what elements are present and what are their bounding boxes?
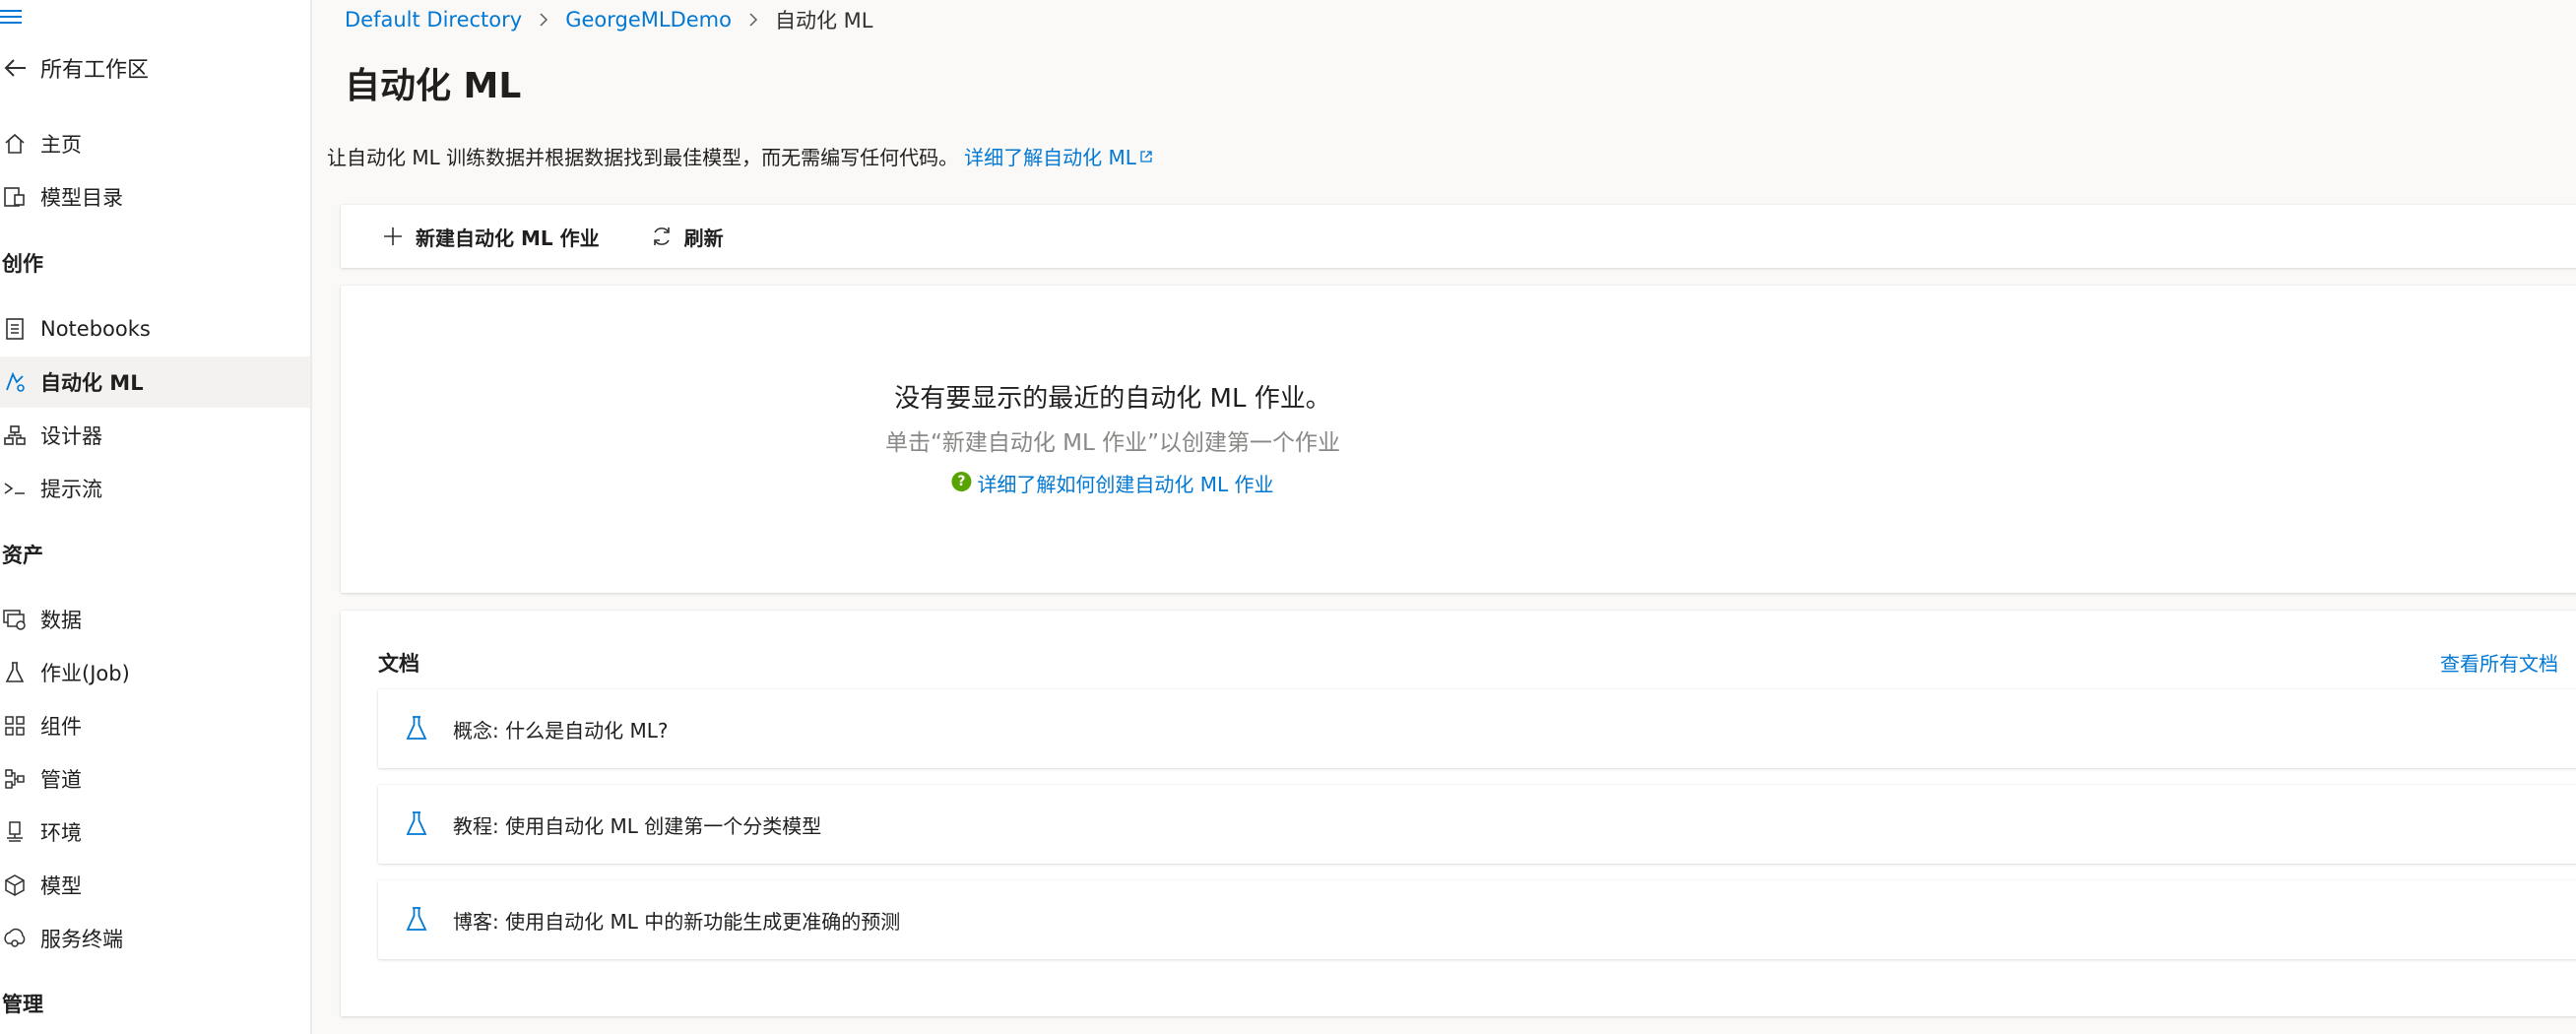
- nav-item-components[interactable]: 组件: [0, 700, 310, 751]
- help-icon: ?: [951, 471, 972, 491]
- hamburger-menu-icon[interactable]: [0, 10, 22, 26]
- prompt-flow-icon: [0, 474, 30, 503]
- environment-icon: [0, 817, 30, 847]
- empty-state-learn-link[interactable]: ? 详细了解如何创建自动化 ML 作业: [951, 469, 1274, 497]
- nav-item-label: 管道: [40, 768, 82, 792]
- empty-state-link-label: 详细了解如何创建自动化 ML 作业: [977, 473, 1274, 496]
- cube-icon: [0, 871, 30, 900]
- nav-item-model-catalog[interactable]: 模型目录: [0, 171, 310, 223]
- nav-item-label: 主页: [40, 133, 82, 157]
- back-to-all-workspaces[interactable]: 所有工作区: [0, 51, 149, 85]
- flask-icon: [402, 714, 431, 743]
- external-link-icon: [1140, 150, 1152, 162]
- chevron-right-icon: [522, 12, 565, 28]
- page-description-text: 让自动化 ML 训练数据并根据数据找到最佳模型，而无需编写任何代码。: [327, 146, 959, 169]
- home-icon: [0, 129, 30, 159]
- app-root: 所有工作区 主页 模型目录 创作 Notebooks 自动化 ML 设计器 提示…: [0, 0, 2576, 1034]
- recent-jobs-empty-card: [341, 286, 2576, 593]
- docs-title: 文档: [378, 652, 419, 676]
- nav-item-label: 设计器: [40, 424, 102, 448]
- nav-item-jobs[interactable]: 作业(Job): [0, 647, 310, 698]
- new-automl-job-button[interactable]: 新建自动化 ML 作业: [380, 217, 600, 256]
- view-all-docs-link[interactable]: 查看所有文档: [2440, 648, 2558, 677]
- command-bar: 新建自动化 ML 作业 刷新: [341, 205, 2576, 268]
- nav-item-pipelines[interactable]: 管道: [0, 753, 310, 805]
- refresh-label: 刷新: [683, 226, 724, 250]
- nav-item-label: 模型目录: [40, 186, 123, 210]
- chevron-right-icon: [732, 12, 775, 28]
- learn-more-label: 详细了解自动化 ML: [964, 146, 1136, 169]
- nav-item-label: 组件: [40, 715, 82, 739]
- breadcrumb-current: 自动化 ML: [774, 9, 873, 32]
- flask-icon: [402, 809, 431, 839]
- doc-item-label: 博客: 使用自动化 ML 中的新功能生成更准确的预测: [453, 909, 901, 934]
- nav-item-label: 服务终端: [40, 928, 123, 951]
- nav-item-label: 模型: [40, 874, 82, 898]
- automl-icon: [0, 367, 30, 397]
- plus-icon: [380, 224, 406, 249]
- flask-icon: [402, 905, 431, 935]
- empty-state-title: 没有要显示的最近的自动化 ML 作业。: [894, 384, 1331, 414]
- empty-state-subtitle: 单击“新建自动化 ML 作业”以创建第一个作业: [884, 430, 1341, 456]
- page-title: 自动化 ML: [345, 66, 522, 106]
- nav-item-endpoints[interactable]: 服务终端: [0, 913, 310, 964]
- nav-item-notebooks[interactable]: Notebooks: [0, 303, 310, 355]
- back-label: 所有工作区: [40, 58, 150, 83]
- designer-icon: [0, 420, 30, 450]
- doc-item[interactable]: 博客: 使用自动化 ML 中的新功能生成更准确的预测: [378, 880, 2576, 959]
- endpoint-icon: [0, 924, 30, 953]
- nav-item-automl[interactable]: 自动化 ML: [0, 356, 310, 408]
- flask-icon: [0, 658, 30, 687]
- data-icon: [0, 605, 30, 634]
- breadcrumb-directory[interactable]: Default Directory: [345, 8, 522, 32]
- doc-item[interactable]: 概念: 什么是自动化 ML?: [378, 689, 2576, 768]
- section-header-create: 创作: [2, 252, 43, 276]
- nav-item-designer[interactable]: 设计器: [0, 410, 310, 461]
- breadcrumb: Default Directory GeorgeMLDemo 自动化 ML: [345, 4, 872, 35]
- components-icon: [0, 711, 30, 741]
- section-header-assets: 资产: [2, 544, 43, 567]
- nav-item-label: 环境: [40, 821, 82, 845]
- nav-item-home[interactable]: 主页: [0, 118, 310, 169]
- nav-item-label: 作业(Job): [40, 662, 130, 685]
- learn-more-link[interactable]: 详细了解自动化 ML: [964, 142, 1153, 170]
- doc-item[interactable]: 教程: 使用自动化 ML 创建第一个分类模型: [378, 785, 2576, 864]
- refresh-icon: [649, 224, 675, 249]
- nav-item-label: 数据: [40, 609, 82, 632]
- nav-item-environments[interactable]: 环境: [0, 807, 310, 858]
- nav-item-label: 提示流: [40, 478, 102, 501]
- section-header-manage: 管理: [2, 993, 43, 1016]
- nav-item-label: 自动化 ML: [40, 371, 144, 395]
- left-nav: 所有工作区 主页 模型目录 创作 Notebooks 自动化 ML 设计器 提示…: [0, 0, 312, 1034]
- doc-item-label: 教程: 使用自动化 ML 创建第一个分类模型: [453, 813, 822, 838]
- page-description: 让自动化 ML 训练数据并根据数据找到最佳模型，而无需编写任何代码。 详细了解自…: [327, 142, 1153, 170]
- model-catalog-icon: [0, 182, 30, 212]
- notebook-icon: [0, 314, 30, 344]
- pipeline-icon: [0, 764, 30, 794]
- refresh-button[interactable]: 刷新: [649, 217, 724, 256]
- nav-item-prompt-flow[interactable]: 提示流: [0, 463, 310, 514]
- breadcrumb-workspace[interactable]: GeorgeMLDemo: [565, 8, 732, 32]
- doc-item-label: 概念: 什么是自动化 ML?: [453, 718, 669, 743]
- nav-item-models[interactable]: 模型: [0, 860, 310, 911]
- new-automl-job-label: 新建自动化 ML 作业: [416, 226, 600, 250]
- nav-item-data[interactable]: 数据: [0, 594, 310, 645]
- arrow-left-icon: [0, 54, 32, 82]
- nav-item-label: Notebooks: [40, 317, 151, 341]
